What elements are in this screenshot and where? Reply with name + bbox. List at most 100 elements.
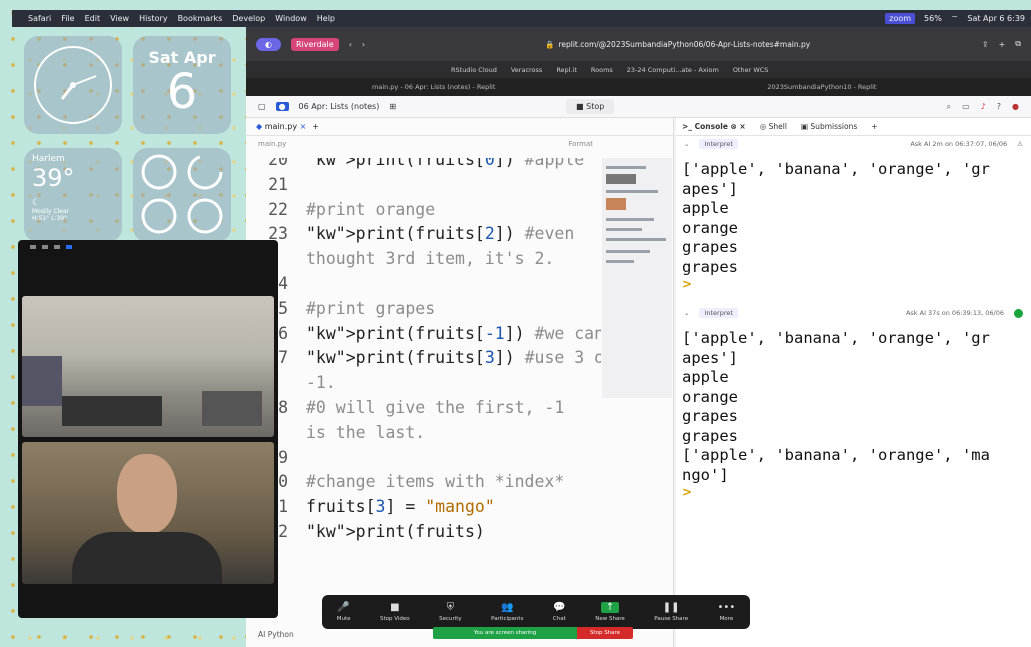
- menu-item[interactable]: Safari: [28, 14, 51, 23]
- bookmark-item[interactable]: Rooms: [591, 66, 613, 74]
- wifi-icon[interactable]: ⌔: [951, 14, 959, 24]
- stop-video-button[interactable]: ■ Stop Video: [380, 602, 410, 622]
- add-tab-icon[interactable]: +: [312, 122, 319, 131]
- menubar-status: zoom 56% ⌔ Sat Apr 6 6:39: [885, 13, 1025, 24]
- battery-rings-icon: [141, 154, 223, 234]
- video-tile-teacher[interactable]: [22, 442, 274, 584]
- code-line[interactable]: #0 will give the first, -1: [306, 396, 564, 421]
- replit-header: ▢ ● 06 Apr: Lists (notes) ⊞ ■ Stop ⌕ ▭ ♪…: [246, 96, 1031, 118]
- bookmark-item[interactable]: 23-24 Computi...ate - Axiom: [627, 66, 719, 74]
- code-line[interactable]: "kw">print(fruits[3]) #use 3 or: [306, 346, 601, 371]
- back-icon[interactable]: ‹: [349, 40, 352, 49]
- browser-window: ◐ Riverdale ‹ › 🔒 replit.com/@2023Sumban…: [246, 27, 1031, 647]
- editor-tabs: ◆ main.py × +: [246, 118, 673, 136]
- share-status-bar: You are screen sharing Stop Share: [433, 627, 633, 639]
- forward-icon[interactable]: ›: [362, 40, 365, 49]
- run-header-2: ⌄ Interpret Ask AI 37s on 06:39:13, 06/0…: [676, 305, 1031, 321]
- bookmark-item[interactable]: RStudio Cloud: [451, 66, 497, 74]
- tab-console[interactable]: >_ Console ⊗ ×: [682, 122, 746, 131]
- code-line[interactable]: #print orange: [306, 198, 435, 223]
- chat-label: Chat: [552, 616, 566, 622]
- menu-item[interactable]: Help: [317, 14, 335, 23]
- menu-item[interactable]: Bookmarks: [178, 14, 223, 23]
- date-number: 6: [166, 64, 198, 120]
- weather-widget: Harlem 39° ☾ Mostly Clear H:51° L:39°: [24, 148, 122, 242]
- participants-button[interactable]: 👥 Participants: [491, 602, 523, 622]
- run-header-1: ⌄ Interpret Ask AI 2m on 06:37:07, 06/06…: [676, 136, 1031, 152]
- address-bar[interactable]: 🔒 replit.com/@2023SumbandiaPython06/06-A…: [545, 40, 810, 49]
- participant-shirt: [72, 532, 222, 584]
- collapse-icon[interactable]: ⌄: [684, 140, 689, 148]
- chat-icon: 💬: [553, 602, 566, 613]
- success-dot-icon: [1014, 308, 1023, 318]
- menu-item[interactable]: Window: [275, 14, 307, 23]
- code-line[interactable]: thought 3rd item, it's 2.: [306, 247, 554, 272]
- bell-icon[interactable]: ♪: [981, 102, 986, 112]
- video-tile-classroom[interactable]: [22, 296, 274, 437]
- stop-share-button[interactable]: Stop Share: [577, 627, 633, 639]
- new-share-icon: ↑: [600, 602, 620, 613]
- share-icon[interactable]: ⇪: [982, 40, 989, 49]
- code-line[interactable]: #change items with *index*: [306, 470, 564, 495]
- stop-video-icon: ■: [390, 602, 400, 613]
- format-button[interactable]: Format: [568, 140, 593, 148]
- weather-temp: 39°: [32, 164, 75, 192]
- console-pane: >_ Console ⊗ × ◎ Shell ▣ Submissions + ⌄ In…: [676, 118, 1031, 647]
- tab-shell[interactable]: ◎ Shell: [760, 122, 787, 131]
- run-badge: Interpret: [699, 139, 738, 149]
- tabs-overview-icon[interactable]: ⧉: [1015, 39, 1021, 49]
- avatar[interactable]: ●: [1012, 102, 1019, 112]
- sidebar-toggle-icon[interactable]: ◐: [256, 37, 281, 51]
- code-line[interactable]: is the last.: [306, 421, 425, 446]
- repl-name[interactable]: 06 Apr: Lists (notes): [299, 102, 380, 111]
- add-tab-icon[interactable]: +: [871, 122, 877, 131]
- console-prompt[interactable]: >: [676, 485, 1031, 499]
- code-line[interactable]: "kw">print(fruits[-1]) #we can: [306, 322, 601, 347]
- security-button[interactable]: ⛨ Security: [439, 602, 462, 622]
- tab-submissions[interactable]: ▣ Submissions: [801, 122, 857, 131]
- minimap[interactable]: [602, 158, 672, 398]
- sidebar-icon[interactable]: ▢: [258, 102, 266, 111]
- editor-pane: ◆ main.py × + main.py Format 20 "kw">prin…: [246, 118, 674, 647]
- console-tabs: >_ Console ⊗ × ◎ Shell ▣ Submissions +: [676, 118, 1031, 136]
- help-icon[interactable]: ?: [997, 102, 1001, 112]
- chat-icon[interactable]: ▭: [962, 102, 970, 112]
- code-line[interactable]: "kw">print(fruits[0]) #apple: [306, 158, 584, 173]
- console-prompt[interactable]: >: [676, 277, 1031, 291]
- menu-item[interactable]: View: [110, 14, 129, 23]
- video-panel-titlebar[interactable]: [18, 240, 278, 254]
- code-line[interactable]: "kw">print(fruits): [306, 520, 485, 545]
- bookmark-item[interactable]: Veracross: [511, 66, 542, 74]
- profile-button[interactable]: Riverdale: [290, 37, 339, 51]
- code-line[interactable]: "kw">print(fruits[2]) #even: [306, 222, 574, 247]
- new-share-button[interactable]: ↑ New Share: [595, 602, 625, 622]
- code-editor[interactable]: 20 "kw">print(fruits[0]) #apple 21 22 #print…: [246, 158, 601, 598]
- menu-item[interactable]: File: [61, 14, 74, 23]
- more-button[interactable]: ••• More: [718, 602, 736, 622]
- bookmark-item[interactable]: Other WCS: [733, 66, 769, 74]
- bookmark-item[interactable]: Repl.it: [556, 66, 577, 74]
- code-line[interactable]: #print grapes: [306, 297, 435, 322]
- code-line[interactable]: -1.: [306, 371, 336, 396]
- more-label: More: [719, 616, 734, 622]
- repl-icon: ●: [275, 102, 289, 111]
- header-icons: ⌕ ▭ ♪ ? ●: [947, 102, 1019, 112]
- mute-button[interactable]: 🎤 Mute: [337, 602, 351, 622]
- chat-button[interactable]: 💬 Chat: [553, 602, 566, 622]
- tab-main-py[interactable]: ◆ main.py ×: [256, 122, 306, 131]
- layout-icon[interactable]: ⊞: [389, 102, 396, 111]
- new-tab-icon[interactable]: +: [999, 40, 1006, 49]
- tab-replit-main[interactable]: main.py - 06 Apr: Lists (notes) - Replit: [372, 83, 495, 91]
- menu-item[interactable]: History: [139, 14, 167, 23]
- zoom-indicator[interactable]: zoom: [885, 13, 916, 24]
- pause-share-button[interactable]: ❚❚ Pause Share: [654, 602, 688, 622]
- code-line[interactable]: fruits[3] = "mango": [306, 495, 495, 520]
- search-icon[interactable]: ⌕: [947, 102, 951, 112]
- menu-item[interactable]: Edit: [85, 14, 101, 23]
- stop-button[interactable]: ■ Stop: [566, 99, 615, 114]
- weather-hilo: H:51° L:39°: [32, 215, 68, 222]
- tab-replit-other[interactable]: 2023SumbandiaPython10 - Replit: [767, 83, 876, 91]
- collapse-icon[interactable]: ⌄: [684, 309, 689, 317]
- menu-item[interactable]: Develop: [232, 14, 265, 23]
- run-meta: Ask AI 2m on 06:37:07, 06/06: [910, 140, 1008, 148]
